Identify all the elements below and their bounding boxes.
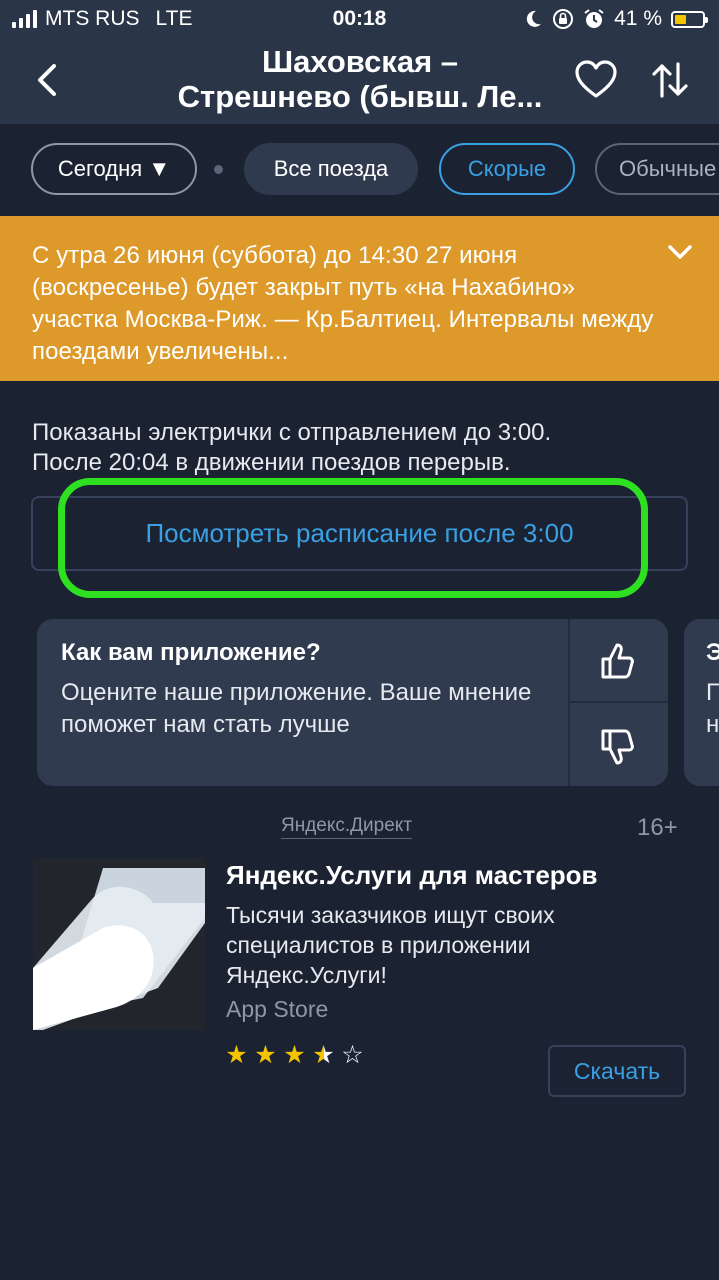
back-button[interactable] (28, 58, 72, 102)
alert-text: С утра 26 июня (суббота) до 14:30 27 июн… (32, 242, 654, 365)
ad-image[interactable] (33, 858, 205, 1030)
filter-all-trains[interactable]: Все поезда (244, 143, 418, 195)
filter-bar: Сегодня ▼ Все поезда Скорые Обычные (0, 124, 719, 216)
star-full-icon: ★ (283, 1041, 306, 1069)
alert-banner[interactable]: С утра 26 июня (суббота) до 14:30 27 июн… (0, 216, 719, 381)
ad-store: App Store (226, 996, 329, 1022)
heart-icon (575, 60, 617, 98)
favorite-button[interactable] (572, 58, 620, 102)
chevron-down-icon[interactable] (665, 238, 695, 268)
status-right: 41 % (523, 7, 708, 31)
star-half-icon: ★ (312, 1041, 335, 1069)
battery-level (675, 14, 686, 24)
ad-description: Тысячи заказчиков ищут своих специалисто… (226, 902, 555, 988)
swap-direction-button[interactable] (648, 58, 692, 102)
rate-card-text: Оцените наше приложение. Ваше мнение пом… (61, 679, 532, 738)
divider (570, 701, 668, 703)
rating-stars: ★ ★ ★ ★ ☆ (224, 1040, 365, 1070)
title-line-1: Шаховская – (261, 44, 459, 79)
next-card-text: П н (706, 679, 719, 738)
rate-app-card: Как вам приложение? Оцените наше приложе… (37, 619, 668, 786)
star-full-icon: ★ (254, 1041, 277, 1069)
ad-title[interactable]: Яндекс.Услуги для мастеров (226, 860, 598, 891)
info-line-2: После 20:04 в движении поездов перерыв. (32, 449, 511, 476)
schedule-info: Показаны электрички с отправлением до 3:… (32, 418, 692, 478)
info-line-1: Показаны электрички с отправлением до 3:… (32, 419, 552, 446)
date-selector[interactable]: Сегодня ▼ (31, 143, 197, 195)
battery-percent: 41 % (614, 7, 662, 30)
title-line-2: Стрешнево (бывш. Ле... (177, 79, 543, 114)
download-button[interactable]: Скачать (548, 1045, 686, 1097)
chevron-left-icon (38, 64, 56, 96)
next-card[interactable]: Э П н (684, 619, 719, 786)
thumbs-up-icon (601, 643, 634, 679)
thumbs-down-icon (601, 729, 634, 765)
status-bar: MTS RUS LTE 00:18 41 % (0, 0, 719, 40)
filter-express[interactable]: Скорые (439, 143, 575, 195)
alarm-icon (584, 9, 604, 28)
like-button[interactable] (593, 637, 643, 687)
separator-dot (214, 165, 223, 174)
filter-regular[interactable]: Обычные (595, 143, 719, 195)
moon-icon (526, 10, 542, 27)
battery-icon (671, 10, 708, 28)
ad-source-label[interactable]: Яндекс.Директ (281, 815, 413, 839)
star-empty-icon: ☆ (341, 1041, 364, 1069)
view-later-schedule-button[interactable]: Посмотреть расписание после 3:00 (31, 496, 688, 571)
rate-card-title: Как вам приложение? (61, 639, 321, 666)
ad-logo-icon (33, 858, 205, 1030)
next-card-title: Э (706, 639, 719, 666)
age-rating: 16+ (637, 814, 678, 841)
header: Шаховская – Стрешнево (бывш. Ле... (0, 40, 719, 124)
dislike-button[interactable] (593, 721, 643, 771)
rotation-lock-icon (553, 9, 574, 29)
star-full-icon: ★ (225, 1041, 248, 1069)
page-title: Шаховская – Стрешнево (бывш. Ле... (120, 44, 600, 114)
swap-arrows-icon (652, 62, 688, 98)
